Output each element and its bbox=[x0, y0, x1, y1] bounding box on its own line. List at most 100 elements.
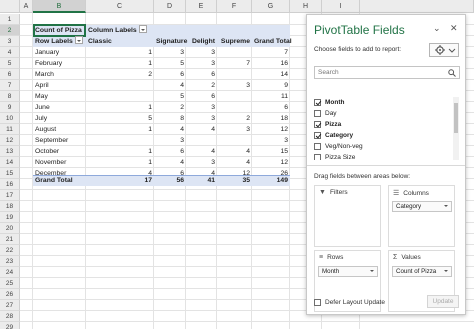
row-header-14[interactable]: 14 bbox=[0, 157, 20, 168]
column-header-a[interactable]: A bbox=[20, 0, 33, 13]
pivot-value-cell[interactable] bbox=[217, 47, 252, 58]
update-button[interactable]: Update bbox=[427, 295, 459, 308]
row-header-1[interactable]: 1 bbox=[0, 14, 20, 25]
row-header-6[interactable]: 6 bbox=[0, 69, 20, 80]
pivot-row-label[interactable]: September bbox=[33, 135, 86, 146]
pivot-column-title[interactable]: Classic bbox=[86, 36, 154, 47]
pivot-value-cell[interactable]: 7 bbox=[252, 47, 290, 58]
row-header-26[interactable]: 26 bbox=[0, 289, 20, 300]
pivot-value-cell[interactable]: 6 bbox=[186, 91, 217, 102]
defer-layout-checkbox[interactable] bbox=[314, 299, 321, 306]
pivot-row-label[interactable]: November bbox=[33, 157, 86, 168]
pivot-value-cell[interactable]: 6 bbox=[186, 69, 217, 80]
column-labels-header[interactable]: Column Labels bbox=[86, 25, 154, 36]
defer-layout-update[interactable]: Defer Layout Update bbox=[314, 299, 385, 306]
pivot-row-label[interactable]: June bbox=[33, 102, 86, 113]
column-header-g[interactable]: G bbox=[252, 0, 290, 13]
pivot-value-cell[interactable]: 4 bbox=[154, 124, 186, 135]
pivot-value-cell[interactable]: 4 bbox=[154, 157, 186, 168]
pivot-column-title[interactable]: Grand Total bbox=[252, 36, 292, 47]
columns-area[interactable]: ☰ Columns Category bbox=[388, 185, 455, 247]
pivot-value-cell[interactable]: 3 bbox=[154, 135, 186, 146]
pivot-value-cell[interactable]: 6 bbox=[154, 69, 186, 80]
row-header-15[interactable]: 15 bbox=[0, 168, 20, 179]
pivot-row-label[interactable]: April bbox=[33, 80, 86, 91]
column-header-i[interactable]: I bbox=[322, 0, 360, 13]
tools-gear-button[interactable] bbox=[429, 43, 459, 57]
pivot-column-title[interactable]: Signature bbox=[154, 36, 187, 47]
pivot-value-cell[interactable]: 5 bbox=[86, 113, 154, 124]
row-header-25[interactable]: 25 bbox=[0, 278, 20, 289]
field-checkbox[interactable] bbox=[314, 154, 321, 160]
pivot-value-cell[interactable] bbox=[217, 69, 252, 80]
pivot-value-cell[interactable]: 5 bbox=[154, 58, 186, 69]
pivot-row-label[interactable]: July bbox=[33, 113, 86, 124]
pivot-value-cell[interactable]: 9 bbox=[252, 80, 290, 91]
pivot-value-cell[interactable]: 1 bbox=[86, 102, 154, 113]
pivot-value-cell[interactable]: 14 bbox=[252, 69, 290, 80]
row-header-16[interactable]: 16 bbox=[0, 179, 20, 190]
row-header-29[interactable]: 29 bbox=[0, 322, 20, 329]
column-header-e[interactable]: E bbox=[186, 0, 217, 13]
pivot-value-cell[interactable]: 3 bbox=[252, 135, 290, 146]
row-header-2[interactable]: 2 bbox=[0, 25, 20, 36]
pivot-value-cell[interactable]: 3 bbox=[186, 102, 217, 113]
pivot-value-cell[interactable]: 6 bbox=[154, 146, 186, 157]
pivot-value-cell[interactable]: 3 bbox=[217, 80, 252, 91]
row-header-18[interactable]: 18 bbox=[0, 201, 20, 212]
row-header-7[interactable]: 7 bbox=[0, 80, 20, 91]
pivot-row-label[interactable]: March bbox=[33, 69, 86, 80]
pivot-value-cell[interactable]: 1 bbox=[86, 146, 154, 157]
pivot-value-cell[interactable] bbox=[86, 80, 154, 91]
pivot-row-label[interactable]: May bbox=[33, 91, 86, 102]
grand-total-cell[interactable]: 149 bbox=[252, 175, 290, 186]
scrollbar-thumb[interactable] bbox=[454, 103, 458, 133]
pivot-value-cell[interactable]: 4 bbox=[154, 80, 186, 91]
grand-total-cell[interactable]: 35 bbox=[217, 175, 252, 186]
pivot-value-cell[interactable]: 4 bbox=[217, 157, 252, 168]
column-header-h[interactable]: H bbox=[290, 0, 322, 13]
grand-total-label[interactable]: Grand Total bbox=[33, 175, 86, 186]
grand-total-cell[interactable]: 41 bbox=[186, 175, 217, 186]
column-header-b[interactable]: B bbox=[33, 0, 86, 13]
field-item-pizza[interactable]: Pizza bbox=[314, 119, 460, 130]
pivot-value-cell[interactable] bbox=[217, 135, 252, 146]
pivot-value-cell[interactable]: 3 bbox=[186, 157, 217, 168]
row-header-3[interactable]: 3 bbox=[0, 36, 20, 47]
pivot-value-cell[interactable]: 18 bbox=[252, 113, 290, 124]
pivot-row-label[interactable]: October bbox=[33, 146, 86, 157]
field-item-category[interactable]: Category bbox=[314, 130, 460, 141]
row-header-12[interactable]: 12 bbox=[0, 135, 20, 146]
field-checkbox[interactable] bbox=[314, 132, 321, 139]
pivot-value-cell[interactable]: 1 bbox=[86, 124, 154, 135]
pivot-value-cell[interactable]: 6 bbox=[252, 102, 290, 113]
row-header-19[interactable]: 19 bbox=[0, 212, 20, 223]
row-header-17[interactable]: 17 bbox=[0, 190, 20, 201]
pivot-value-cell[interactable]: 2 bbox=[217, 113, 252, 124]
column-header-f[interactable]: F bbox=[217, 0, 252, 13]
pivot-value-cell[interactable] bbox=[217, 91, 252, 102]
grand-total-cell[interactable]: 17 bbox=[86, 175, 154, 186]
pivot-value-cell[interactable]: 4 bbox=[186, 124, 217, 135]
pivot-value-cell[interactable] bbox=[86, 135, 154, 146]
pivot-value-cell[interactable]: 2 bbox=[186, 80, 217, 91]
field-item-veg-non-veg[interactable]: Veg/Non-veg bbox=[314, 141, 460, 152]
pivot-value-cell[interactable]: 3 bbox=[154, 47, 186, 58]
pivot-value-cell[interactable]: 5 bbox=[154, 91, 186, 102]
pane-options-chevron-icon[interactable]: ⌄ bbox=[433, 23, 441, 34]
row-header-21[interactable]: 21 bbox=[0, 234, 20, 245]
pivot-value-cell[interactable]: 1 bbox=[86, 157, 154, 168]
columns-field-chip[interactable]: Category bbox=[392, 201, 452, 212]
grand-total-cell[interactable]: 56 bbox=[154, 175, 186, 186]
row-header-5[interactable]: 5 bbox=[0, 58, 20, 69]
pivot-value-cell[interactable]: 1 bbox=[86, 47, 154, 58]
pivot-value-cell[interactable]: 12 bbox=[252, 157, 290, 168]
pivot-value-cell[interactable]: 16 bbox=[252, 58, 290, 69]
column-labels-filter-icon[interactable] bbox=[138, 25, 147, 34]
pivot-value-cell[interactable] bbox=[86, 91, 154, 102]
row-header-4[interactable]: 4 bbox=[0, 47, 20, 58]
field-item-month[interactable]: Month bbox=[314, 97, 460, 108]
pivot-row-label[interactable]: January bbox=[33, 47, 86, 58]
column-header-d[interactable]: D bbox=[154, 0, 186, 13]
pivot-value-cell[interactable]: 3 bbox=[186, 58, 217, 69]
